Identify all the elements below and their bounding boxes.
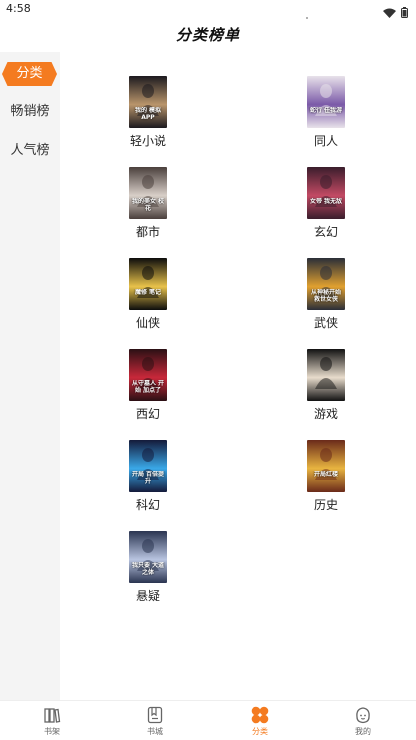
- book-cover-image: 我的美女 校花: [129, 167, 167, 219]
- tab-label: 我的: [355, 727, 371, 736]
- category-item-history[interactable]: 开局红楼 历史: [286, 440, 366, 513]
- book-cover-image: 开局红楼: [307, 440, 345, 492]
- status-time: 4:58: [6, 2, 31, 15]
- bottom-nav: 书架 书城 分类 我的: [0, 700, 416, 740]
- book-cover-image: 蛇行 任我游: [307, 76, 345, 128]
- profile-icon: [353, 705, 373, 725]
- tab-label: 书架: [44, 727, 60, 736]
- category-item-western-fantasy[interactable]: 从守墓人 开始 加点了 西幻: [108, 349, 188, 422]
- category-icon: [250, 705, 270, 725]
- category-label: 历史: [313, 498, 338, 512]
- book-cover-image: 我的 模拟APP: [129, 76, 167, 128]
- cover-title-text: 魔修 笔记: [134, 289, 162, 296]
- cover-title-text: 从神秘开始 救世女侠: [310, 289, 341, 303]
- cover-title-text: 女帝 我无敌: [309, 198, 343, 205]
- book-cover-image: [307, 349, 345, 401]
- tab-label: 分类: [252, 727, 268, 736]
- book-cover-image: 女帝 我无敌: [307, 167, 345, 219]
- cover-title-text: 从守墓人 开始 加点了: [131, 380, 165, 394]
- tab-label: 书城: [147, 727, 163, 736]
- status-indicator-dot: [306, 17, 308, 19]
- category-label: 仙侠: [135, 316, 160, 330]
- category-label: 西幻: [135, 407, 160, 421]
- category-label: 轻小说: [129, 134, 166, 148]
- status-icons: [383, 3, 408, 22]
- sidebar: 分类 畅销榜 人气榜: [0, 52, 60, 700]
- category-item-wuxia[interactable]: 从神秘开始 救世女侠 武侠: [286, 258, 366, 331]
- category-item-xianxia[interactable]: 魔修 笔记 仙侠: [108, 258, 188, 331]
- category-item-fantasy[interactable]: 女帝 我无敌 玄幻: [286, 167, 366, 240]
- book-cover-image: 魔修 笔记: [129, 258, 167, 310]
- cover-title-text: 开局红楼: [313, 471, 338, 478]
- bookstore-icon: [145, 705, 165, 725]
- bookshelf-icon: [42, 705, 62, 725]
- category-label: 同人: [313, 134, 338, 148]
- wifi-icon: [383, 3, 396, 22]
- cover-title-text: 我的美女 校花: [131, 198, 165, 212]
- category-item-fanfic[interactable]: 蛇行 任我游 同人: [286, 76, 366, 149]
- cover-title-text: 我只要 大道之体: [131, 562, 165, 576]
- category-item-scifi[interactable]: 开局 百倍提升 科幻: [108, 440, 188, 513]
- status-bar: 4:58: [0, 0, 416, 20]
- book-cover-image: 我只要 大道之体: [129, 531, 167, 583]
- book-cover-image: 开局 百倍提升: [129, 440, 167, 492]
- cover-title-text: 我的 模拟APP: [134, 107, 162, 121]
- battery-icon: [401, 3, 408, 22]
- category-label: 科幻: [135, 498, 160, 512]
- tab-profile[interactable]: 我的: [333, 705, 393, 737]
- cover-title-text: 开局 百倍提升: [131, 471, 165, 485]
- category-grid: 我的 模拟APP 轻小说 蛇行 任我游 同人 我的美女 校花 都市 女帝 我无敌…: [60, 52, 416, 700]
- category-label: 游戏: [313, 407, 338, 421]
- cover-title-text: 蛇行 任我游: [309, 107, 343, 114]
- page-title: 分类榜单: [175, 26, 240, 44]
- category-label: 武侠: [313, 316, 338, 330]
- category-item-mystery[interactable]: 我只要 大道之体 悬疑: [108, 531, 188, 604]
- tab-bookshelf[interactable]: 书架: [22, 705, 82, 737]
- tab-bookstore[interactable]: 书城: [125, 705, 185, 737]
- category-item-light-novel[interactable]: 我的 模拟APP 轻小说: [108, 76, 188, 149]
- category-label: 玄幻: [313, 225, 338, 239]
- category-item-game[interactable]: 游戏: [286, 349, 366, 422]
- category-label: 都市: [135, 225, 160, 239]
- tab-category[interactable]: 分类: [230, 705, 290, 737]
- sidebar-item-bestseller[interactable]: 畅销榜: [0, 100, 60, 124]
- sidebar-item-popular[interactable]: 人气榜: [0, 139, 60, 163]
- category-item-urban[interactable]: 我的美女 校花 都市: [108, 167, 188, 240]
- sidebar-item-category[interactable]: 分类: [2, 62, 57, 86]
- book-cover-image: 从神秘开始 救世女侠: [307, 258, 345, 310]
- book-cover-image: 从守墓人 开始 加点了: [129, 349, 167, 401]
- category-label: 悬疑: [135, 589, 160, 603]
